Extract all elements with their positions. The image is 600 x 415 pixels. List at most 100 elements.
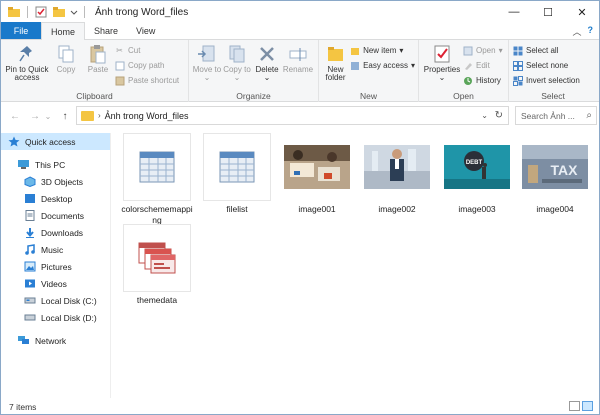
refresh-icon[interactable]: ↻ (495, 110, 503, 121)
file-name: image001 (298, 204, 336, 214)
nav-item-quick-access[interactable]: Quick access (1, 133, 110, 150)
copy-path-button[interactable]: Copy path (114, 59, 179, 72)
file-item[interactable]: TAX image004 (519, 133, 591, 215)
up-arrow-icon[interactable]: ↑ (57, 108, 73, 124)
file-item[interactable]: colorschememapping (121, 133, 193, 225)
file-thumbnail (123, 224, 191, 292)
maximize-button[interactable]: ☐ (531, 1, 565, 23)
tab-view[interactable]: View (127, 22, 164, 39)
tab-home[interactable]: Home (41, 22, 86, 40)
disk-icon (23, 295, 36, 306)
properties-check-icon[interactable] (34, 6, 48, 18)
toolbar-divider (84, 6, 85, 18)
open-button[interactable]: Open ▾ (462, 44, 503, 57)
folder-icon (81, 110, 94, 121)
details-view-icon[interactable] (569, 401, 580, 411)
select-all-label: Select all (526, 46, 559, 55)
minimize-button[interactable]: — (497, 1, 531, 23)
nav-item-this-pc[interactable]: This PC (1, 156, 110, 173)
nav-item-label: This PC (35, 159, 66, 170)
select-all-button[interactable]: Select all (512, 44, 580, 57)
easy-access-button[interactable]: Easy access ▾ (349, 59, 415, 72)
back-arrow-icon[interactable]: ← (7, 108, 23, 124)
copy-to-icon (227, 44, 247, 64)
spreadsheet-icon (139, 151, 175, 183)
forward-arrow-icon[interactable]: → (27, 108, 43, 124)
new-folder-icon (326, 44, 346, 64)
file-thumbnail: TAX (521, 133, 589, 201)
select-group-label: Select (541, 91, 565, 101)
search-box[interactable]: Search Ảnh ... ⌕ (515, 106, 597, 125)
new-item-button[interactable]: New item ▾ (349, 44, 415, 57)
pin-icon (17, 44, 37, 64)
nav-item-3d-objects[interactable]: 3D Objects (1, 173, 110, 190)
paste-shortcut-button[interactable]: Paste shortcut (114, 74, 179, 87)
nav-item-label: Quick access (25, 136, 76, 147)
select-none-button[interactable]: Select none (512, 59, 580, 72)
debt-overlay-text: DEBT (466, 160, 483, 166)
quick-access-toolbar (1, 1, 87, 23)
file-thumbnail (203, 133, 271, 201)
select-group: Select all Select none Invert selection … (509, 40, 597, 102)
nav-item-label: Local Disk (D:) (41, 312, 97, 323)
clipboard-group: Pin to Quick access Copy Paste ✂ Cut Cop… (1, 40, 189, 102)
pc-icon (17, 159, 30, 170)
file-name: filelist (226, 204, 248, 214)
search-placeholder: Search Ảnh ... (521, 110, 575, 121)
history-button[interactable]: History (462, 74, 503, 87)
help-icon[interactable]: ? (588, 25, 594, 38)
music-icon (23, 244, 36, 255)
properties-icon (432, 44, 452, 64)
view-toggle (569, 401, 593, 411)
nav-item-label: Network (35, 335, 67, 346)
customize-dropdown-icon[interactable] (70, 6, 78, 18)
address-path: Ảnh trong Word_files (104, 110, 189, 121)
file-item[interactable]: DEBT image003 (441, 133, 513, 215)
nav-item-label: Music (41, 244, 64, 255)
copy-icon (56, 44, 76, 64)
dropdown-arrow-icon: ▾ (410, 61, 415, 70)
new-folder-icon[interactable] (52, 6, 66, 18)
nav-item-downloads[interactable]: Downloads (1, 224, 110, 241)
nav-item-local-disk-d[interactable]: Local Disk (D:) (1, 309, 110, 326)
chevron-right-icon[interactable]: › (98, 111, 101, 120)
delete-x-icon (257, 44, 277, 64)
tab-file[interactable]: File (1, 22, 41, 39)
easy-access-label: Easy access (363, 61, 408, 70)
nav-item-network[interactable]: Network (1, 332, 110, 349)
nav-item-desktop[interactable]: Desktop (1, 190, 110, 207)
star-icon (7, 136, 20, 147)
new-folder-label: New folder (325, 65, 346, 83)
nav-item-videos[interactable]: Videos (1, 275, 110, 292)
file-name: themedata (136, 295, 178, 305)
photo-thumbnail-tax: TAX (522, 145, 588, 189)
nav-item-music[interactable]: Music (1, 241, 110, 258)
file-name: image002 (378, 204, 416, 214)
theme-file-icon (138, 242, 176, 274)
file-item[interactable]: filelist (201, 133, 273, 215)
address-bar[interactable]: › Ảnh trong Word_files ⌄ ↻ (76, 106, 509, 125)
ribbon: Pin to Quick access Copy Paste ✂ Cut Cop… (1, 40, 599, 102)
folder-icon (7, 6, 21, 18)
tab-share[interactable]: Share (85, 22, 127, 39)
file-item[interactable]: themedata (121, 224, 193, 306)
recent-dropdown-icon[interactable]: ⌄ (43, 108, 53, 124)
nav-item-local-disk-c[interactable]: Local Disk (C:) (1, 292, 110, 309)
new-group-label: New (359, 91, 377, 101)
cut-button[interactable]: ✂ Cut (114, 44, 179, 57)
chevron-up-icon[interactable]: ︿ (572, 25, 581, 38)
ribbon-help-controls: ︿ ? (572, 25, 593, 38)
dropdown-arrow-icon: ⌄ (233, 73, 241, 83)
nav-item-documents[interactable]: Documents (1, 207, 110, 224)
edit-button[interactable]: Edit (462, 59, 503, 72)
nav-item-pictures[interactable]: Pictures (1, 258, 110, 275)
file-item[interactable]: image001 (281, 133, 353, 215)
nav-item-label: Downloads (41, 227, 84, 238)
close-button[interactable]: ✕ (565, 1, 599, 23)
invert-selection-button[interactable]: Invert selection (512, 74, 580, 87)
address-dropdown-icon[interactable]: ⌄ (481, 111, 488, 120)
large-icons-view-icon[interactable] (582, 401, 593, 411)
file-thumbnail (363, 133, 431, 201)
file-item[interactable]: image002 (361, 133, 433, 215)
dropdown-arrow-icon: ▾ (498, 46, 503, 55)
